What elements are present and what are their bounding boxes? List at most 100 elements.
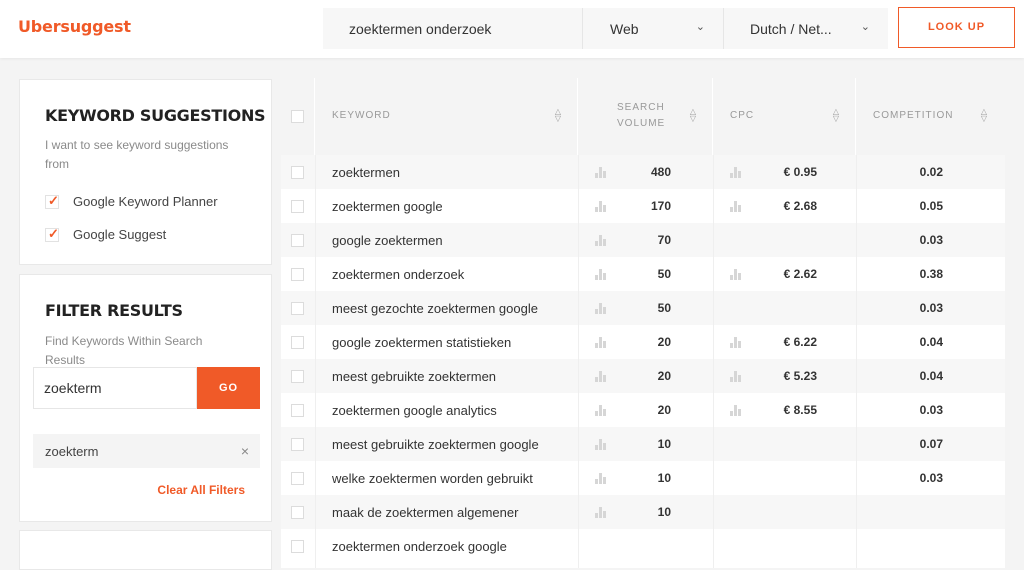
row-checkbox[interactable] bbox=[291, 540, 304, 553]
cpc-chart-icon[interactable] bbox=[730, 201, 742, 212]
row-checkbox[interactable] bbox=[291, 302, 304, 315]
top-bar: Ubersuggest Web ⌄ Dutch / Net... ⌄ LOOK … bbox=[0, 0, 1024, 58]
keyword-cell: zoektermen onderzoek bbox=[332, 267, 465, 282]
column-competition-label: COMPETITION bbox=[873, 110, 954, 121]
cpc-chart-icon[interactable] bbox=[730, 337, 742, 348]
language-select-value: Dutch / Net... bbox=[750, 21, 832, 37]
table-row[interactable]: zoektermen onderzoek 50 € 2.62 0.38 bbox=[281, 257, 1005, 291]
volume-chart-icon[interactable] bbox=[595, 371, 607, 382]
volume-chart-icon[interactable] bbox=[595, 303, 607, 314]
table-row[interactable]: zoektermen google analytics 20 € 8.55 0.03 bbox=[281, 393, 1005, 427]
checkmark-icon: ✓ bbox=[48, 226, 59, 241]
checkbox[interactable]: ✓ bbox=[45, 226, 59, 242]
volume-chart-icon[interactable] bbox=[595, 439, 607, 450]
row-checkbox[interactable] bbox=[291, 472, 304, 485]
checkbox-label: Google Suggest bbox=[73, 227, 167, 242]
cpc-chart-icon[interactable] bbox=[730, 371, 742, 382]
column-competition[interactable]: COMPETITION △ ▽ bbox=[856, 78, 1005, 155]
volume-chart-icon[interactable] bbox=[595, 405, 607, 416]
keyword-suggestions-description: I want to see keyword suggestions from bbox=[45, 138, 229, 171]
volume-chart-icon[interactable] bbox=[595, 167, 607, 178]
filter-keyword-input[interactable] bbox=[33, 367, 197, 409]
column-search-volume[interactable]: SEARCH VOLUME △ ▽ bbox=[578, 78, 713, 155]
column-search-volume-label-2: VOLUME bbox=[617, 118, 666, 129]
go-button[interactable]: GO bbox=[197, 367, 260, 409]
checkbox-label: Google Keyword Planner bbox=[73, 194, 218, 209]
table-row[interactable]: meest gebruikte zoektermen google 10 0.07 bbox=[281, 427, 1005, 461]
row-checkbox[interactable] bbox=[291, 234, 304, 247]
look-up-button[interactable]: LOOK UP bbox=[898, 7, 1015, 48]
column-search-volume-label-1: SEARCH bbox=[617, 102, 665, 113]
table-row[interactable]: zoektermen onderzoek google bbox=[281, 529, 1005, 563]
table-row[interactable]: meest gebruikte zoektermen 20 € 5.23 0.04 bbox=[281, 359, 1005, 393]
volume-chart-icon[interactable] bbox=[595, 337, 607, 348]
cpc-cell: € 0.95 bbox=[783, 165, 817, 179]
competition-cell: 0.03 bbox=[919, 233, 943, 247]
table-row[interactable]: maak de zoektermen algemener 10 bbox=[281, 495, 1005, 529]
filter-results-panel: FILTER RESULTS Find Keywords Within Sear… bbox=[19, 274, 272, 522]
keyword-results-table: KEYWORD △ ▽ SEARCH VOLUME △ ▽ CPC △ ▽ COMPET… bbox=[281, 78, 1005, 568]
active-filter-chip: zoekterm × bbox=[33, 434, 260, 468]
search-volume-cell: 10 bbox=[657, 471, 671, 485]
volume-chart-icon[interactable] bbox=[595, 507, 607, 518]
sort-icon[interactable]: △ ▽ bbox=[979, 108, 989, 123]
volume-chart-icon[interactable] bbox=[595, 269, 607, 280]
volume-chart-icon[interactable] bbox=[595, 201, 607, 212]
table-row[interactable]: welke zoektermen worden gebruikt 10 0.03 bbox=[281, 461, 1005, 495]
cpc-cell: € 5.23 bbox=[783, 369, 817, 383]
column-keyword[interactable]: KEYWORD △ ▽ bbox=[315, 78, 578, 155]
row-checkbox[interactable] bbox=[291, 438, 304, 451]
source-select[interactable]: Web ⌄ bbox=[582, 8, 723, 49]
keyword-search-input[interactable] bbox=[323, 8, 581, 49]
row-checkbox[interactable] bbox=[291, 336, 304, 349]
row-checkbox[interactable] bbox=[291, 166, 304, 179]
keyword-cell: zoektermen google bbox=[332, 199, 443, 214]
remove-filter-icon[interactable]: × bbox=[241, 443, 249, 459]
active-filter-label: zoekterm bbox=[45, 444, 99, 459]
row-checkbox[interactable] bbox=[291, 370, 304, 383]
table-row[interactable]: google zoektermen 70 0.03 bbox=[281, 223, 1005, 257]
keyword-cell: google zoektermen bbox=[332, 233, 443, 248]
table-row[interactable]: meest gezochte zoektermen google 50 0.03 bbox=[281, 291, 1005, 325]
competition-cell: 0.38 bbox=[919, 267, 943, 281]
logo[interactable]: Ubersuggest bbox=[18, 17, 131, 36]
sort-icon[interactable]: △ ▽ bbox=[688, 108, 698, 123]
table-row[interactable]: google zoektermen statistieken 20 € 6.22 0.… bbox=[281, 325, 1005, 359]
row-checkbox[interactable] bbox=[291, 506, 304, 519]
volume-chart-icon[interactable] bbox=[595, 235, 607, 246]
cpc-chart-icon[interactable] bbox=[730, 405, 742, 416]
keyword-cell: zoektermen onderzoek google bbox=[332, 539, 507, 554]
chevron-down-icon: ⌄ bbox=[695, 21, 705, 33]
sort-icon[interactable]: △ ▽ bbox=[831, 108, 841, 123]
search-volume-cell: 20 bbox=[657, 403, 671, 417]
language-select[interactable]: Dutch / Net... ⌄ bbox=[723, 8, 888, 49]
table-row[interactable]: zoektermen 480 € 0.95 0.02 bbox=[281, 155, 1005, 189]
row-checkbox[interactable] bbox=[291, 404, 304, 417]
header-select-cell bbox=[281, 78, 315, 155]
select-all-checkbox[interactable] bbox=[291, 110, 304, 123]
row-checkbox[interactable] bbox=[291, 200, 304, 213]
volume-chart-icon[interactable] bbox=[595, 473, 607, 484]
clear-all-filters-link[interactable]: Clear All Filters bbox=[157, 483, 245, 497]
cpc-chart-icon[interactable] bbox=[730, 269, 742, 280]
competition-cell: 0.02 bbox=[919, 165, 943, 179]
column-cpc[interactable]: CPC △ ▽ bbox=[713, 78, 856, 155]
search-volume-cell: 170 bbox=[650, 199, 671, 213]
cpc-chart-icon[interactable] bbox=[730, 167, 742, 178]
competition-cell: 0.03 bbox=[919, 301, 943, 315]
search-bar: Web ⌄ Dutch / Net... ⌄ bbox=[323, 8, 888, 49]
search-volume-cell: 20 bbox=[657, 369, 671, 383]
column-cpc-label: CPC bbox=[730, 110, 755, 121]
keyword-cell: meest gebruikte zoektermen google bbox=[332, 437, 539, 452]
keyword-cell: meest gebruikte zoektermen bbox=[332, 369, 497, 384]
column-keyword-label: KEYWORD bbox=[332, 110, 391, 121]
checkbox[interactable]: ✓ bbox=[45, 193, 59, 209]
search-volume-cell: 10 bbox=[657, 437, 671, 451]
table-row[interactable]: zoektermen google 170 € 2.68 0.05 bbox=[281, 189, 1005, 223]
row-checkbox[interactable] bbox=[291, 268, 304, 281]
sort-icon[interactable]: △ ▽ bbox=[553, 108, 563, 123]
keyword-cell: welke zoektermen worden gebruikt bbox=[332, 471, 533, 486]
bottom-panel bbox=[19, 530, 272, 570]
search-volume-cell: 20 bbox=[657, 335, 671, 349]
keyword-cell: zoektermen google analytics bbox=[332, 403, 497, 418]
